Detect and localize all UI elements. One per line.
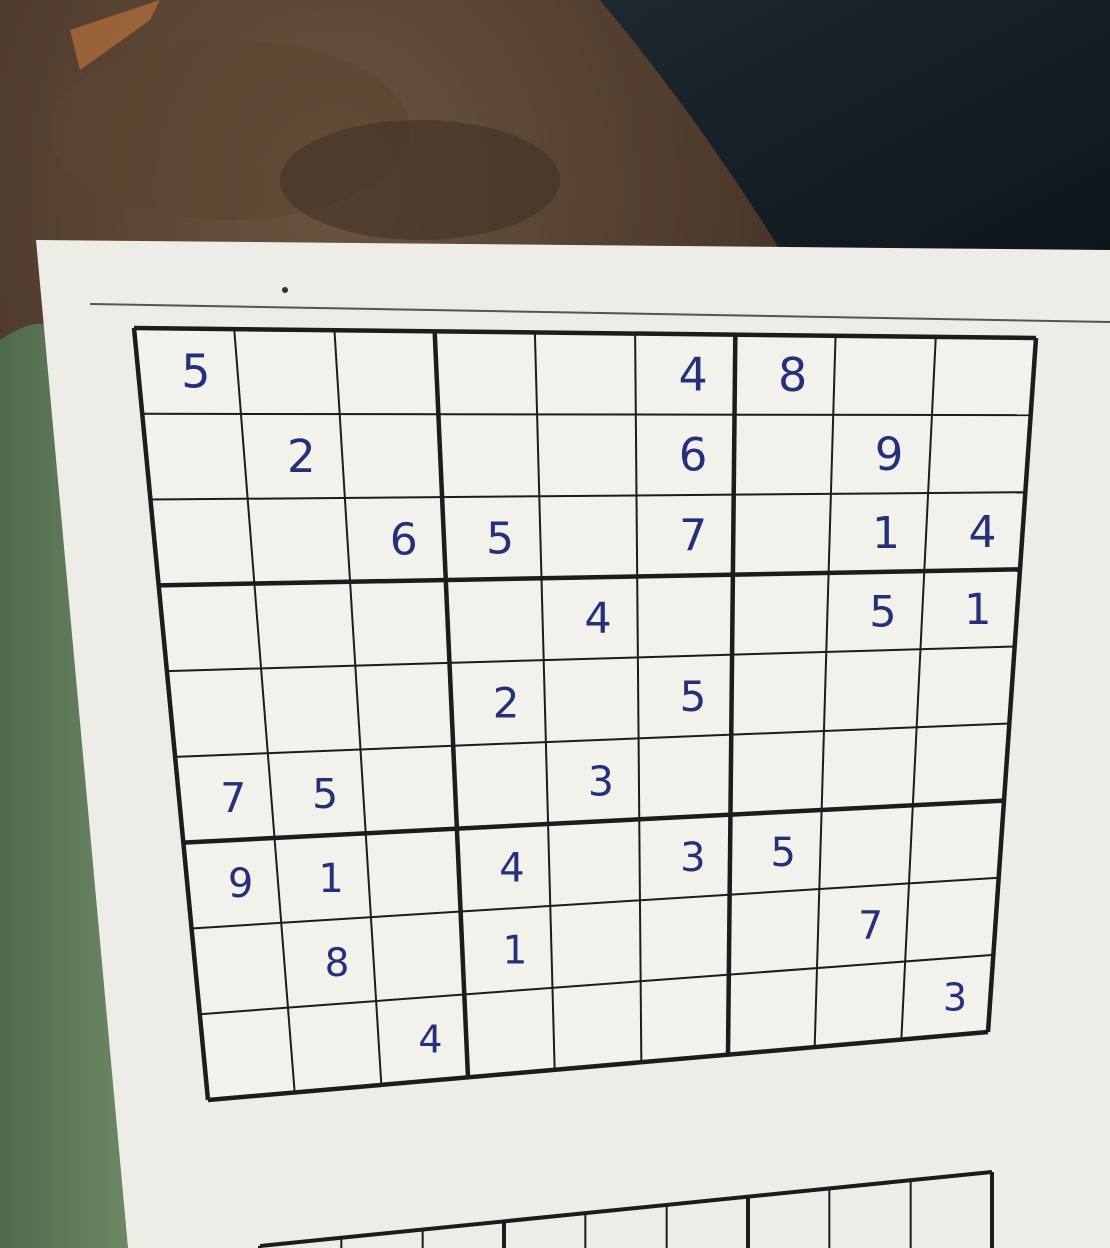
cell-digit-r6c2: 5 [312,770,338,818]
cell-digit-r4c8: 5 [869,587,896,637]
cell-digit-r4c9: 1 [964,585,991,635]
cell-digit-r6c5: 3 [588,757,614,805]
cell-digit-r5c4: 2 [493,678,520,727]
cell-digit-r3c3: 6 [390,515,418,566]
cell-digit-r7c1: 9 [228,861,253,907]
cell-digit-r8c2: 8 [325,941,350,986]
cell-digit-r1c7: 8 [778,348,807,402]
cell-digit-r5c6: 5 [680,672,707,721]
cell-digit-r3c8: 1 [872,508,900,559]
cell-digit-r3c4: 5 [486,513,514,564]
cell-digit-r1c1: 5 [181,344,210,398]
cell-line-horizontal [142,412,1031,417]
cell-digit-r2c8: 9 [875,428,904,481]
cell-digit-r2c6: 6 [679,429,708,482]
cell-digit-r8c8: 7 [858,904,883,949]
cell-digit-r1c6: 4 [679,347,708,401]
sudoku-sheet: 5 4 8 2 6 9 6 5 7 1 4 4 5 1 2 5 7 5 3 9 1 4 3 5 8 1 7 4 3 [0,0,1110,1248]
cell-digit-r2c2: 2 [287,430,316,483]
cell-digit-r4c5: 4 [584,594,611,644]
cell-digit-r7c7: 5 [771,830,796,876]
cell-digit-r6c1: 7 [220,774,246,822]
cell-digit-r8c4: 1 [502,929,527,974]
cell-digit-r7c6: 3 [680,835,705,881]
cell-digit-r3c6: 7 [679,511,707,562]
sudoku-board-drawing: 5 4 8 2 6 9 6 5 7 1 4 4 5 1 2 5 7 5 3 9 1 4 3 5 8 1 7 4 3 [36,240,1110,1248]
cell-digit-r9c9: 3 [943,975,967,1019]
ink-dot [282,287,288,293]
cell-digit-r9c3: 4 [418,1018,442,1062]
cell-digit-r3c9: 4 [968,507,996,558]
cell-digit-r7c4: 4 [499,846,524,892]
cell-digit-r7c2: 1 [318,856,343,902]
